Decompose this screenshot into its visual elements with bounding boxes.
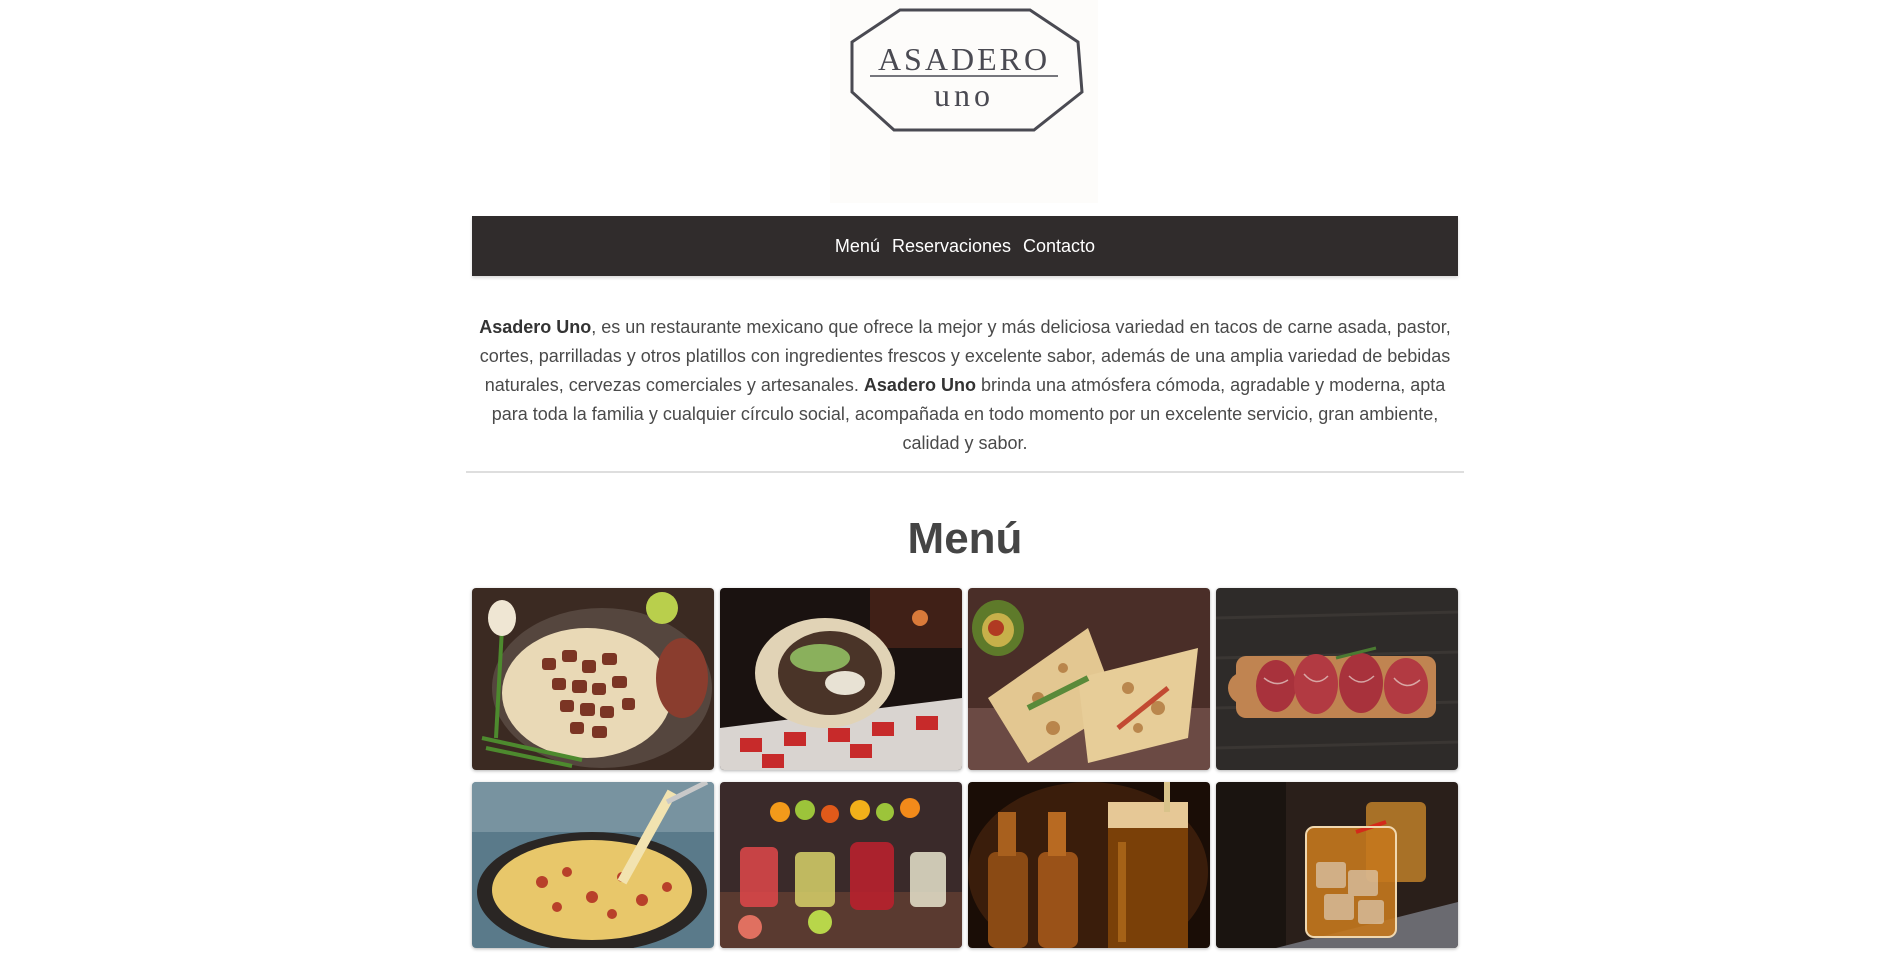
intro-brand-2: Asadero Uno xyxy=(863,375,976,395)
logo[interactable]: ASADERO uno xyxy=(830,0,1098,203)
nav-reservaciones-link[interactable]: Reservaciones xyxy=(892,236,1011,257)
menu-photo-burrito[interactable] xyxy=(720,588,962,770)
section-divider xyxy=(466,471,1464,473)
menu-heading: Menú xyxy=(907,514,1023,563)
menu-photo-cervezas[interactable] xyxy=(968,782,1210,948)
main-nav: Menú Reservaciones Contacto xyxy=(472,216,1458,276)
menu-photo-bebidas-naturales[interactable] xyxy=(720,782,962,948)
menu-photo-cocteles[interactable] xyxy=(1216,782,1458,948)
intro-paragraph: Asadero Uno, es un restaurante mexicano … xyxy=(467,313,1463,458)
nav-menu-link[interactable]: Menú xyxy=(835,236,880,257)
logo-line1: ASADERO xyxy=(878,41,1050,77)
menu-photo-tacos[interactable] xyxy=(472,588,714,770)
menu-photo-quesadilla[interactable] xyxy=(968,588,1210,770)
menu-photo-cortes[interactable] xyxy=(1216,588,1458,770)
intro-brand-1: Asadero Uno xyxy=(479,317,592,337)
menu-photo-queso-fundido[interactable] xyxy=(472,782,714,948)
page: ASADERO uno Menú Reservaciones Contacto … xyxy=(0,0,1902,953)
menu-gallery xyxy=(472,588,1460,948)
nav-contacto-link[interactable]: Contacto xyxy=(1023,236,1095,257)
logo-line2: uno xyxy=(934,77,994,113)
